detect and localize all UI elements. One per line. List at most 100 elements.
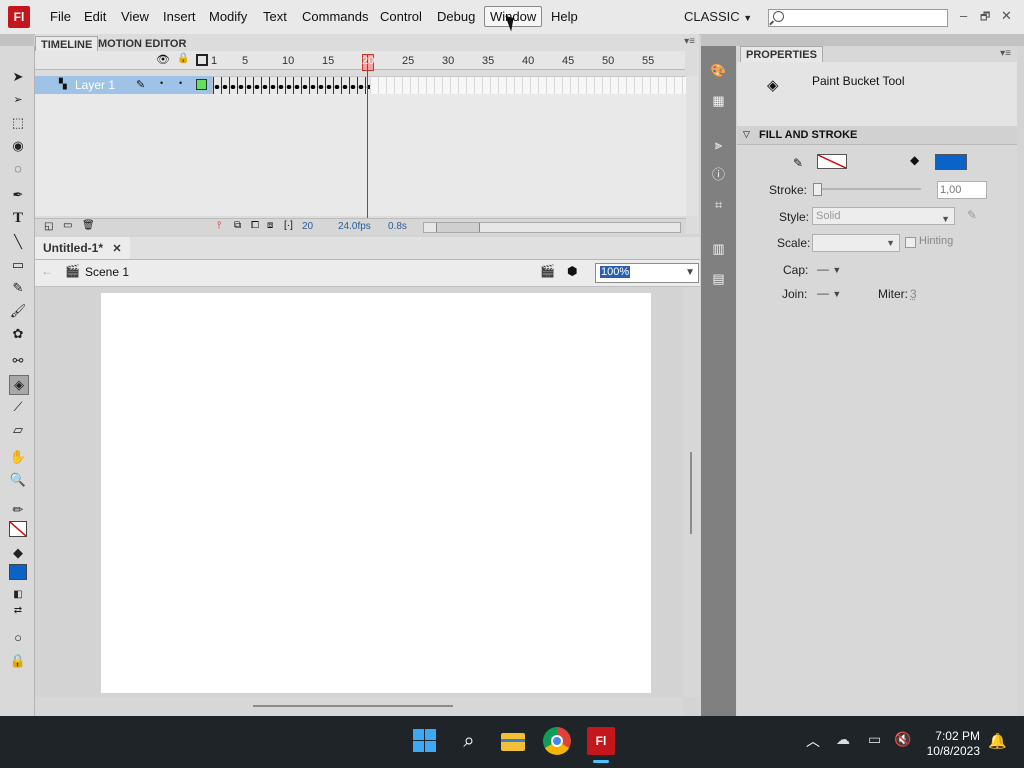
stage[interactable]: [101, 293, 651, 693]
tab-motion-editor[interactable]: MOTION EDITOR: [93, 36, 191, 52]
join-select[interactable]: — ▼: [817, 286, 841, 300]
fill-color-swatch[interactable]: [935, 154, 967, 170]
close-icon[interactable]: ✕: [112, 243, 121, 255]
center-frame-icon[interactable]: ⫯: [217, 220, 221, 231]
panel-menu-icon[interactable]: ▾≡: [1000, 48, 1011, 59]
menu-control[interactable]: Control: [380, 9, 422, 24]
edit-scene-icon[interactable]: 🎬: [540, 264, 555, 278]
eyedropper-tool-icon[interactable]: ⟋: [9, 398, 27, 416]
fill-and-stroke-header[interactable]: ▽ FILL AND STROKE: [737, 126, 1017, 145]
free-transform-tool-icon[interactable]: ⬚: [9, 114, 27, 132]
line-tool-icon[interactable]: ╲: [9, 233, 27, 251]
menu-file[interactable]: File: [50, 9, 71, 24]
edit-multiple-icon[interactable]: ⧈: [267, 220, 273, 231]
edit-symbols-icon[interactable]: ⬢: [567, 264, 577, 278]
stroke-color-swatch[interactable]: [9, 521, 27, 537]
info-panel-icon[interactable]: ⓘ: [710, 166, 727, 183]
layer-color-icon[interactable]: [196, 79, 207, 90]
document-tab[interactable]: Untitled-1* ✕: [35, 237, 130, 259]
timeline-horizontal-scrollbar[interactable]: [423, 222, 681, 233]
subselection-tool-icon[interactable]: ➢: [9, 91, 27, 109]
selection-tool-icon[interactable]: ➤: [9, 68, 27, 86]
snap-icon[interactable]: 🔒: [9, 652, 27, 670]
tab-properties[interactable]: PROPERTIES: [740, 46, 823, 63]
components-panel-icon[interactable]: ▥: [710, 240, 727, 257]
onion-outline-icon[interactable]: ⧠: [251, 220, 259, 231]
help-search-input[interactable]: [768, 9, 948, 27]
chrome-icon[interactable]: [543, 727, 571, 755]
zoom-tool-icon[interactable]: 🔍: [9, 471, 27, 489]
menu-debug[interactable]: Debug: [437, 9, 475, 24]
restore-button[interactable]: 🗗: [980, 8, 990, 27]
eye-icon[interactable]: 👁: [156, 53, 170, 66]
timeline-scroll-thumb[interactable]: [436, 223, 480, 232]
bone-tool-icon[interactable]: ⚯: [9, 352, 27, 370]
search-icon[interactable]: ⌕: [455, 727, 483, 755]
taskbar-clock[interactable]: 7:02 PM 10/8/2023: [927, 729, 980, 759]
eraser-tool-icon[interactable]: ▱: [9, 421, 27, 439]
onion-skin-icon[interactable]: ⧉: [234, 220, 241, 231]
style-select[interactable]: Solid ▼: [812, 207, 955, 225]
transform-panel-icon[interactable]: ⌗: [710, 196, 727, 213]
object-drawing-icon[interactable]: ○: [9, 629, 27, 647]
menu-edit[interactable]: Edit: [84, 9, 106, 24]
workspace-switcher[interactable]: CLASSIC ▼: [684, 9, 752, 24]
pencil-tool-icon[interactable]: ✎: [9, 279, 27, 297]
toolbar-collapse-bar[interactable]: [0, 34, 34, 46]
paint-bucket-tool-icon[interactable]: ◈: [9, 375, 29, 395]
color-panel-icon[interactable]: 🎨: [710, 62, 727, 79]
visibility-dot[interactable]: •: [160, 78, 163, 88]
file-explorer-icon[interactable]: [499, 727, 527, 755]
zoom-select[interactable]: 100% ▼: [595, 263, 699, 283]
stroke-color-swatch[interactable]: [817, 154, 847, 169]
menu-insert[interactable]: Insert: [163, 9, 196, 24]
scene-name[interactable]: Scene 1: [85, 265, 129, 279]
align-panel-icon[interactable]: ⫸: [710, 136, 727, 153]
frames-area[interactable]: [212, 76, 688, 96]
layer-name[interactable]: Layer 1: [75, 78, 115, 92]
volume-muted-icon[interactable]: 🔇: [894, 731, 911, 748]
stage-scroll-thumb-v[interactable]: [690, 452, 692, 534]
panel-menu-icon[interactable]: ▾≡: [684, 36, 695, 47]
stroke-color-icon[interactable]: ✏: [9, 501, 27, 519]
stroke-width-input[interactable]: 1,00: [937, 181, 987, 199]
swap-colors-icon[interactable]: ⇄: [9, 602, 27, 620]
3d-rotation-tool-icon[interactable]: ◉: [9, 137, 27, 155]
menu-text[interactable]: Text: [263, 9, 287, 24]
brush-tool-icon[interactable]: 🖌: [9, 302, 27, 320]
menu-view[interactable]: View: [121, 9, 149, 24]
text-tool-icon[interactable]: T: [9, 209, 27, 227]
stroke-slider-thumb[interactable]: [813, 183, 822, 196]
fill-color-swatch[interactable]: [9, 564, 27, 580]
deco-tool-icon[interactable]: ✿: [9, 325, 27, 343]
miter-value[interactable]: 3: [910, 287, 917, 301]
lock-dot[interactable]: •: [179, 78, 182, 88]
cap-select[interactable]: — ▼: [817, 262, 841, 276]
menu-help[interactable]: Help: [551, 9, 578, 24]
stage-horizontal-scrollbar[interactable]: [35, 697, 683, 716]
edit-stroke-style-icon[interactable]: ✎: [967, 208, 977, 222]
outline-icon[interactable]: [196, 54, 208, 66]
layer-row[interactable]: ▚ Layer 1 ✎ • •: [35, 76, 212, 94]
current-frame[interactable]: 20: [302, 221, 313, 232]
timeline-vertical-scrollbar[interactable]: [686, 76, 698, 216]
rectangle-tool-icon[interactable]: ▭: [9, 256, 27, 274]
right-panel-collapse-bar[interactable]: [701, 34, 1024, 46]
network-icon[interactable]: ☁: [836, 731, 850, 748]
delete-layer-icon[interactable]: 🗑: [82, 220, 95, 231]
lasso-tool-icon[interactable]: ◌: [9, 160, 27, 178]
modify-markers-icon[interactable]: [·]: [284, 220, 293, 231]
hinting-checkbox[interactable]: [905, 237, 916, 248]
back-arrow-icon[interactable]: ←: [41, 264, 53, 278]
start-windows-icon[interactable]: [411, 727, 439, 755]
fill-color-icon[interactable]: ◆: [9, 544, 27, 562]
stroke-slider[interactable]: [815, 188, 921, 190]
swatches-panel-icon[interactable]: ▦: [710, 92, 727, 109]
notification-bell-icon[interactable]: 🔔: [988, 732, 1007, 750]
frame-rate[interactable]: 24.0fps: [338, 221, 371, 232]
scale-select[interactable]: ▼: [812, 234, 900, 252]
stage-scroll-thumb-h[interactable]: [253, 705, 453, 707]
library-panel-icon[interactable]: ▤: [710, 270, 727, 287]
lock-icon[interactable]: 🔒: [177, 53, 189, 64]
pen-tool-icon[interactable]: ✒: [9, 186, 27, 204]
